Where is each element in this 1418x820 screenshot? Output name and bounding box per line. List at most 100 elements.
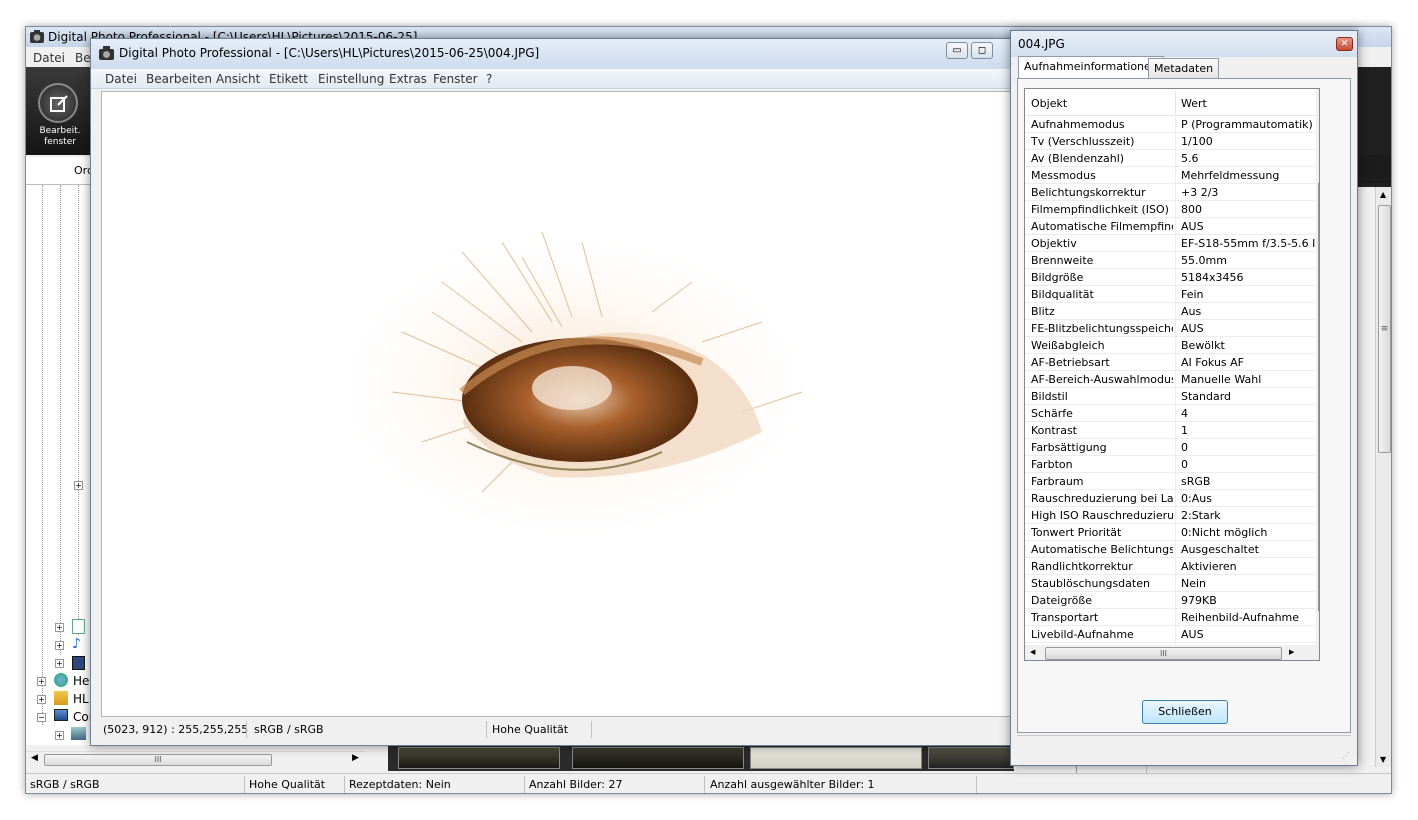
thumbnail-strip[interactable]: [388, 745, 1014, 771]
thumbnail[interactable]: [572, 747, 744, 769]
list-item[interactable]: Dateigröße 979KB: [1025, 592, 1319, 609]
edit-window-label: Bearbeit. fenster: [39, 126, 81, 147]
list-item[interactable]: Randlichtkorrektur Aktivieren: [1025, 558, 1319, 575]
tree-expander[interactable]: +: [55, 659, 64, 668]
list-item[interactable]: Bildgröße 5184x3456: [1025, 269, 1319, 286]
list-item[interactable]: Livebild-Aufnahme AUS: [1025, 626, 1319, 643]
list-item[interactable]: Bildstil Standard: [1025, 388, 1319, 405]
list-item[interactable]: Objektiv EF-S18-55mm f/3.5-5.6 IS I: [1025, 235, 1319, 252]
column-separator: [1175, 388, 1176, 405]
scroll-right-icon[interactable]: ▶: [1289, 648, 1294, 656]
maximize-button[interactable]: ◻: [971, 42, 993, 59]
menu-bearbeiten[interactable]: Bearbeiten: [146, 72, 212, 86]
scroll-thumb[interactable]: ≡: [1318, 182, 1319, 612]
list-item[interactable]: High ISO Rauschreduzierung 2:Stark: [1025, 507, 1319, 524]
list-item[interactable]: Kontrast 1: [1025, 422, 1319, 439]
list-item[interactable]: Tonwert Priorität 0:Nicht möglich: [1025, 524, 1319, 541]
column-separator[interactable]: [1175, 91, 1176, 114]
list-item[interactable]: Farbraum sRGB: [1025, 473, 1319, 490]
tree-expander[interactable]: +: [55, 641, 64, 650]
column-separator: [1175, 167, 1176, 184]
resize-grip-icon[interactable]: ⋰: [1342, 751, 1350, 760]
scroll-left-icon[interactable]: ◀: [1030, 648, 1035, 656]
tree-expander[interactable]: +: [74, 481, 83, 490]
list-item[interactable]: Staublöschungsdaten Nein: [1025, 575, 1319, 592]
list-item-key: Rauschreduzierung bei Lan...: [1031, 492, 1173, 505]
list-item[interactable]: Blitz Aus: [1025, 303, 1319, 320]
tree-expander[interactable]: +: [37, 677, 46, 686]
list-hscrollbar[interactable]: ◀ III ▶: [1025, 645, 1319, 660]
tree-expander[interactable]: +: [55, 623, 64, 632]
column-header-objekt[interactable]: Objekt: [1031, 97, 1067, 110]
folder-tree[interactable]: + + + ♪ + + Hei + HL − Cor +: [26, 185, 94, 745]
menu-datei[interactable]: Datei: [33, 51, 65, 65]
dialog-titlebar[interactable]: 004.JPG ✕: [1011, 31, 1357, 57]
column-separator: [1175, 609, 1176, 626]
preview-titlebar[interactable]: Digital Photo Professional - [C:\Users\H…: [91, 39, 1024, 69]
scroll-down-icon[interactable]: ▼: [1380, 755, 1386, 764]
menu-fenster[interactable]: Fenster: [433, 72, 478, 86]
menu-datei[interactable]: Datei: [105, 72, 137, 86]
scroll-thumb[interactable]: III: [44, 754, 272, 766]
list-item-key: Dateigröße: [1031, 594, 1093, 607]
photo-preview[interactable]: [101, 91, 1019, 717]
folder-panel-header[interactable]: Ord: [26, 157, 94, 185]
scroll-right-icon[interactable]: ▶: [352, 753, 359, 763]
scroll-left-icon[interactable]: ◀: [31, 753, 38, 763]
menu-etikett[interactable]: Etikett: [269, 72, 308, 86]
list-item[interactable]: FE-Blitzbelichtungsspeicher... AUS: [1025, 320, 1319, 337]
menu-einstellung[interactable]: Einstellung: [318, 72, 384, 86]
thumbnail[interactable]: [398, 747, 560, 769]
list-item-value: Aktivieren: [1181, 560, 1237, 573]
video-icon: [72, 656, 85, 670]
info-list[interactable]: Objekt Wert Aufnahmemodus P (Programmauto…: [1024, 88, 1320, 661]
list-item-value: Reihenbild-Aufnahme: [1181, 611, 1300, 624]
list-item-key: Kontrast: [1031, 424, 1077, 437]
thumbnail[interactable]: [750, 747, 922, 769]
tree-collapser[interactable]: −: [37, 713, 46, 722]
scroll-thumb[interactable]: III: [1045, 647, 1282, 660]
list-item[interactable]: Brennweite 55.0mm: [1025, 252, 1319, 269]
list-item[interactable]: Farbton 0: [1025, 456, 1319, 473]
tab-aufnahmeinformationen[interactable]: Aufnahmeinformationen: [1018, 56, 1164, 79]
close-icon[interactable]: ✕: [1336, 37, 1353, 51]
column-separator: [1175, 507, 1176, 524]
list-item[interactable]: Aufnahmemodus P (Programmautomatik): [1025, 116, 1319, 133]
edit-window-button[interactable]: [38, 83, 78, 123]
menu-extras[interactable]: Extras: [389, 72, 427, 86]
close-button[interactable]: Schließen: [1142, 700, 1228, 724]
list-item[interactable]: AF-Bereich-Auswahlmodus Manuelle Wahl: [1025, 371, 1319, 388]
list-vscrollbar[interactable]: ▲ ≡ ▼: [1316, 89, 1319, 645]
list-item[interactable]: Weißabgleich Bewölkt: [1025, 337, 1319, 354]
list-item[interactable]: Bildqualität Fein: [1025, 286, 1319, 303]
list-item[interactable]: Automatische Belichtungso... Ausgeschalte…: [1025, 541, 1319, 558]
list-item[interactable]: Transportart Reihenbild-Aufnahme: [1025, 609, 1319, 626]
minimize-button[interactable]: ▭: [946, 42, 968, 59]
list-item[interactable]: Automatische Filmempfindli... AUS: [1025, 218, 1319, 235]
list-item[interactable]: Filmempfindlichkeit (ISO) 800: [1025, 201, 1319, 218]
main-vscrollbar[interactable]: ▲ ≡ ▼: [1375, 187, 1391, 767]
tree-expander[interactable]: +: [37, 695, 46, 704]
list-item[interactable]: Av (Blendenzahl) 5.6: [1025, 150, 1319, 167]
column-header-wert[interactable]: Wert: [1181, 97, 1207, 110]
scroll-thumb[interactable]: ≡: [1378, 205, 1391, 453]
list-item[interactable]: AF-Betriebsart AI Fokus AF: [1025, 354, 1319, 371]
tab-metadaten[interactable]: Metadaten: [1148, 58, 1220, 78]
list-item-key: Blitz: [1031, 305, 1055, 318]
menu-help[interactable]: ?: [486, 72, 492, 86]
list-item[interactable]: Farbsättigung 0: [1025, 439, 1319, 456]
thumbnail[interactable]: [928, 747, 1014, 769]
column-separator: [1175, 133, 1176, 150]
list-item[interactable]: Messmodus Mehrfeldmessung: [1025, 167, 1319, 184]
menu-ansicht[interactable]: Ansicht: [216, 72, 260, 86]
list-item-value: Standard: [1181, 390, 1232, 403]
list-item[interactable]: Schärfe 4: [1025, 405, 1319, 422]
tree-hscrollbar[interactable]: ◀ III ▶: [26, 751, 366, 768]
list-item[interactable]: Tv (Verschlusszeit) 1/100: [1025, 133, 1319, 150]
list-item[interactable]: Rauschreduzierung bei Lan... 0:Aus: [1025, 490, 1319, 507]
scroll-up-icon[interactable]: ▲: [1380, 190, 1386, 199]
list-item[interactable]: Belichtungskorrektur +3 2/3: [1025, 184, 1319, 201]
list-item-key: Automatische Filmempfindli...: [1031, 220, 1173, 233]
tree-item-hl[interactable]: HL: [73, 692, 89, 706]
tree-expander[interactable]: +: [55, 731, 64, 740]
